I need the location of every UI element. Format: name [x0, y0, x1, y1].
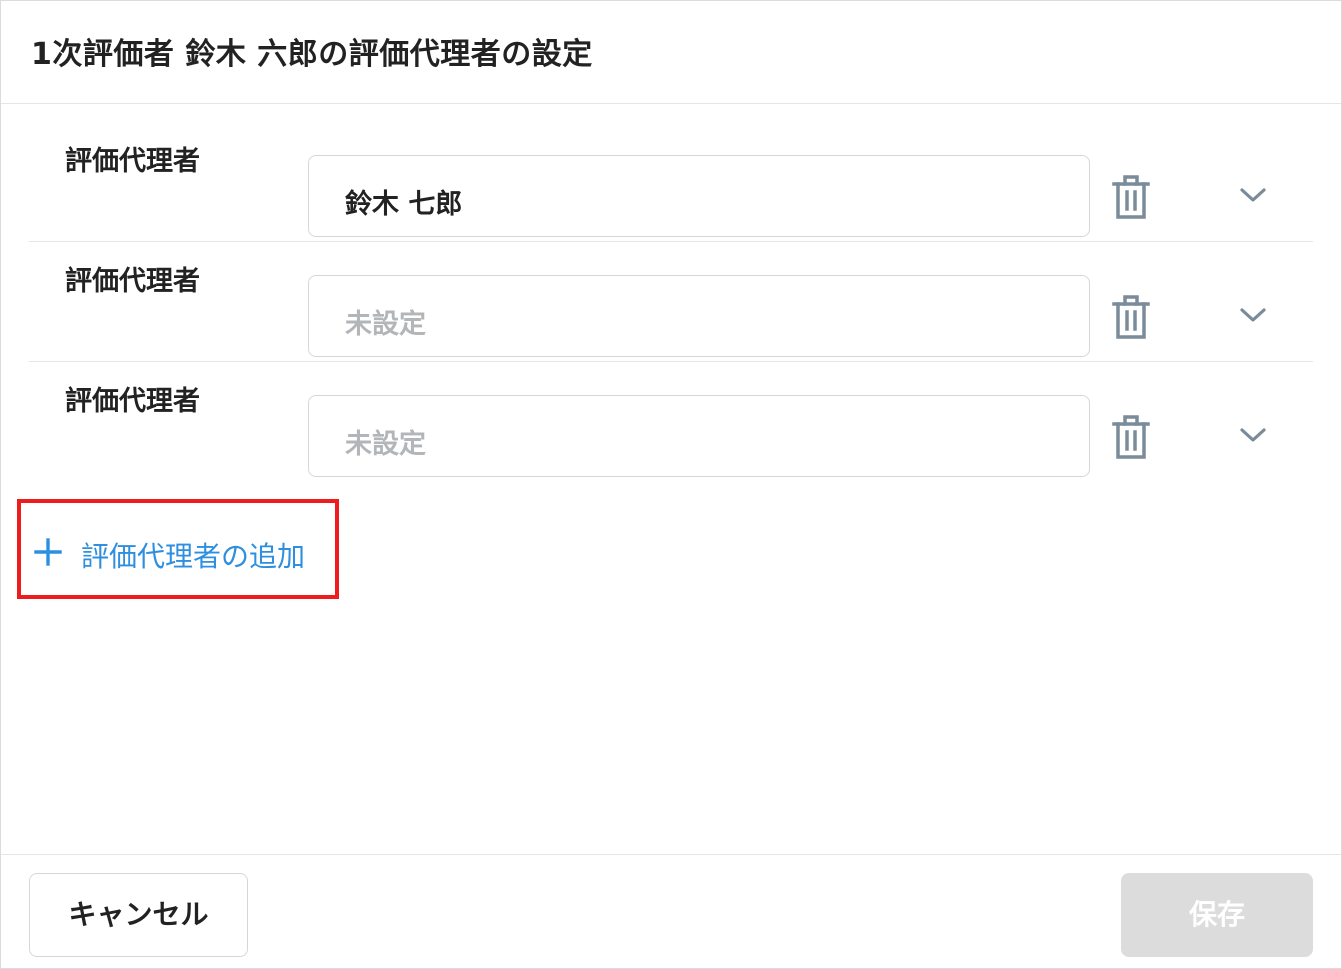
- trash-icon[interactable]: [1109, 173, 1153, 221]
- dialog-footer: キャンセル 保存: [1, 854, 1341, 969]
- cancel-button[interactable]: キャンセル: [29, 873, 248, 957]
- dialog-title: 1次評価者 鈴木 六郎の評価代理者の設定: [31, 37, 593, 72]
- proxy-evaluator-select[interactable]: 鈴木 七郎: [308, 155, 1090, 237]
- proxy-evaluator-row: 評価代理者 鈴木 七郎: [29, 121, 1313, 242]
- proxy-evaluator-label: 評価代理者: [65, 146, 200, 177]
- chevron-down-icon[interactable]: [1237, 423, 1269, 447]
- save-button[interactable]: 保存: [1121, 873, 1313, 957]
- dialog-header: 1次評価者 鈴木 六郎の評価代理者の設定: [1, 1, 1341, 104]
- proxy-evaluator-label: 評価代理者: [65, 386, 200, 417]
- chevron-down-icon[interactable]: [1237, 183, 1269, 207]
- plus-icon: [34, 538, 62, 566]
- proxy-evaluator-placeholder: 未設定: [345, 429, 426, 460]
- chevron-down-icon[interactable]: [1237, 303, 1269, 327]
- proxy-evaluator-row: 評価代理者 未設定: [29, 361, 1313, 481]
- proxy-evaluator-placeholder: 未設定: [345, 309, 426, 340]
- trash-icon[interactable]: [1109, 293, 1153, 341]
- add-proxy-evaluator-label: 評価代理者の追加: [81, 540, 306, 573]
- add-proxy-evaluator-button[interactable]: 評価代理者の追加: [17, 499, 339, 599]
- trash-icon[interactable]: [1109, 413, 1153, 461]
- proxy-evaluator-dialog: 1次評価者 鈴木 六郎の評価代理者の設定 評価代理者 鈴木 七郎 評価代理者 未…: [0, 0, 1342, 969]
- proxy-evaluator-select[interactable]: 未設定: [308, 395, 1090, 477]
- proxy-evaluator-label: 評価代理者: [65, 266, 200, 297]
- proxy-evaluator-value: 鈴木 七郎: [345, 189, 463, 220]
- proxy-evaluator-row: 評価代理者 未設定: [29, 241, 1313, 362]
- proxy-evaluator-select[interactable]: 未設定: [308, 275, 1090, 357]
